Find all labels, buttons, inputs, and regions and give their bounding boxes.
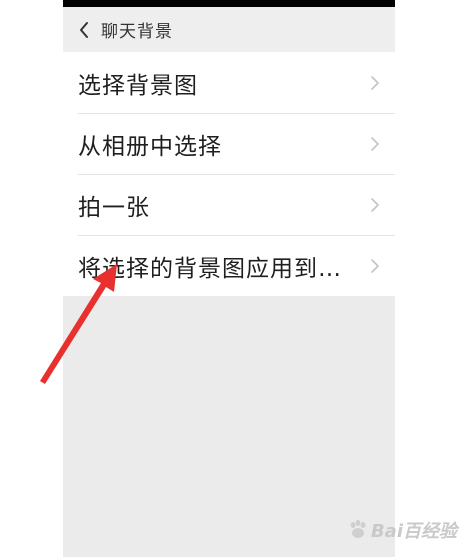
menu-item-choose-background[interactable]: 选择背景图	[63, 52, 395, 113]
baidu-paw-logo	[350, 520, 366, 538]
back-button[interactable]	[71, 7, 97, 52]
status-bar	[63, 0, 395, 7]
menu-item-take-photo[interactable]: 拍一张	[63, 174, 395, 235]
menu-item-label: 从相册中选择	[78, 133, 222, 160]
menu-item-label: 将选择的背景图应用到…	[78, 255, 342, 282]
baidu-watermark: Bai百经验	[347, 517, 457, 543]
menu-item-label: 拍一张	[78, 194, 150, 221]
menu-item-apply-background[interactable]: 将选择的背景图应用到…	[63, 235, 395, 296]
chevron-right-icon	[371, 75, 379, 90]
phone-screen: 聊天背景 选择背景图 从相册中选择 拍一张 将选择的背景图应用到…	[63, 0, 395, 557]
watermark-text: Bai百经验	[370, 521, 457, 542]
page-title: 聊天背景	[101, 22, 173, 42]
chevron-right-icon	[371, 136, 379, 151]
menu-item-label: 选择背景图	[78, 72, 198, 99]
nav-header: 聊天背景	[63, 7, 395, 52]
chevron-right-icon	[371, 258, 379, 273]
settings-menu: 选择背景图 从相册中选择 拍一张 将选择的背景图应用到…	[63, 52, 395, 296]
screenshot-stage: 聊天背景 选择背景图 从相册中选择 拍一张 将选择的背景图应用到… Bai百经验	[0, 0, 471, 557]
chevron-left-icon	[80, 21, 88, 38]
chevron-right-icon	[371, 197, 379, 212]
menu-item-choose-from-album[interactable]: 从相册中选择	[63, 113, 395, 174]
